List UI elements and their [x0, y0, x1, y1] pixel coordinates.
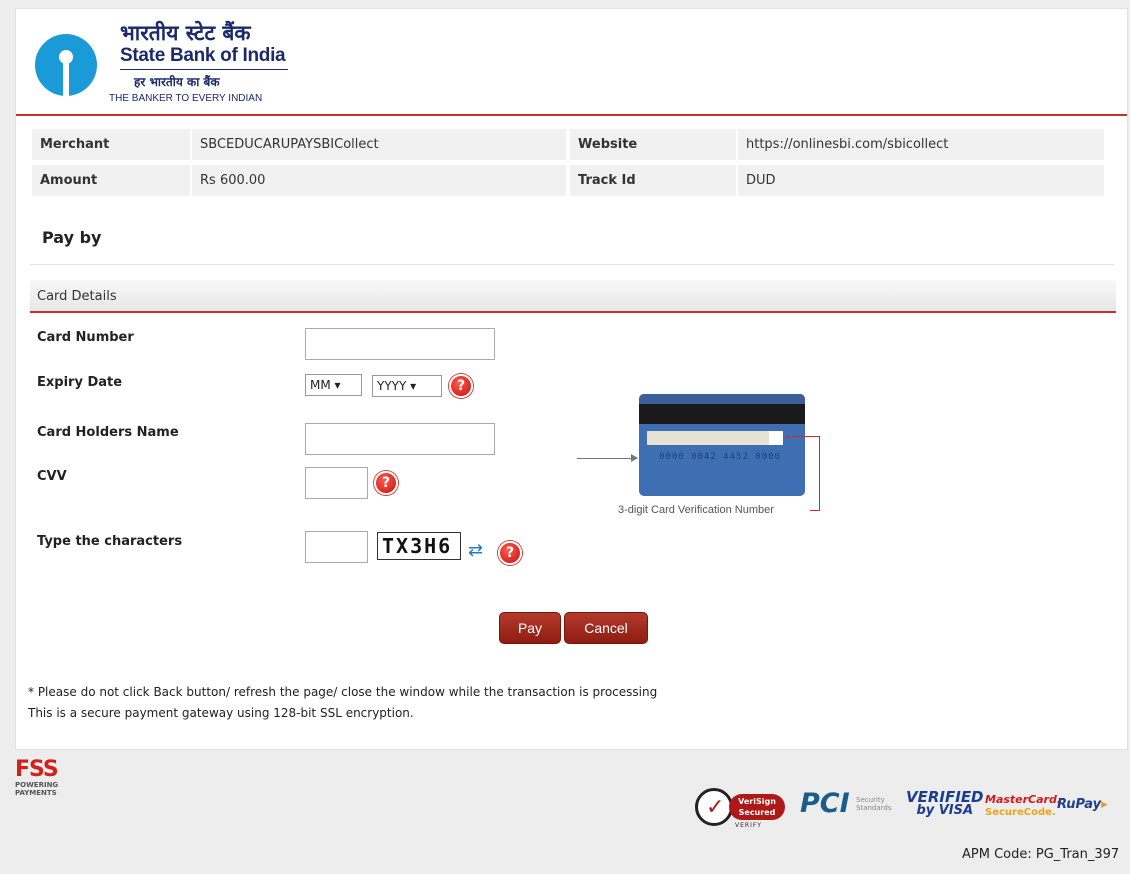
tagline: THE BANKER TO EVERY INDIAN [109, 93, 263, 104]
cvv-pointer [786, 436, 820, 437]
chevron-down-icon: ▾ [330, 378, 341, 392]
rupay-arrow-icon: ▸ [1101, 797, 1108, 812]
merchant-value: SBCEDUCARUPAYSBICollect [192, 129, 566, 160]
divider [30, 264, 1114, 265]
verisign-check-icon: ✓ [695, 788, 733, 826]
card-back-image: 0000 0042 4452 0000 [639, 394, 805, 496]
tagline-hindi: हर भारतीय का बैंक [134, 75, 220, 89]
verisign-badge: ✓ VeriSign Secured VERIFY [695, 782, 787, 830]
amount-label: Amount [32, 165, 190, 196]
card-number-input[interactable] [305, 328, 495, 360]
secure-note: This is a secure payment gateway using 1… [28, 706, 414, 720]
fss-tag-line2: PAYMENTS [15, 789, 57, 797]
card-digits: 0000 0042 4452 0000 [659, 452, 781, 462]
fss-logo-text: FSS [15, 757, 59, 782]
payment-page: भारतीय स्टेट बैंक State Bank of India हर… [15, 8, 1128, 750]
track-id-value: DUD [738, 165, 1104, 196]
verisign-verify: VERIFY [735, 822, 762, 829]
track-id-label: Track Id [570, 165, 736, 196]
vbv-line1: VERIFIED [906, 788, 984, 806]
pay-button[interactable]: Pay [499, 612, 561, 644]
expiry-month-value: MM [310, 378, 331, 392]
pci-logo: PCI [800, 788, 850, 819]
sbi-logo-icon [35, 34, 97, 96]
cvv-input[interactable] [305, 467, 368, 499]
verisign-line2: Secured [738, 808, 776, 817]
merchant-label: Merchant [32, 129, 190, 160]
card-pointer-line [577, 458, 637, 459]
rupay-badge: RuPay▸ [1057, 797, 1108, 812]
verified-by-visa-badge: VERIFIED by VISA [906, 790, 984, 818]
expiry-help-icon[interactable]: ? [449, 374, 473, 398]
expiry-month-select[interactable]: MM ▾ [305, 374, 362, 396]
mastercard-line1: MasterCard. [985, 793, 1062, 806]
cvv-help-icon[interactable]: ? [374, 471, 398, 495]
chevron-down-icon: ▾ [406, 379, 417, 393]
bank-name: State Bank of India [120, 45, 286, 66]
card-holder-name-label: Card Holders Name [37, 425, 179, 440]
verisign-label: VeriSign Secured [729, 794, 785, 820]
rupay-text: RuPay [1057, 797, 1102, 812]
cvv-pointer-end [810, 510, 820, 511]
captcha-help-icon[interactable]: ? [498, 541, 522, 565]
card-details-header: Card Details [30, 280, 1116, 313]
amount-value: Rs 600.00 [192, 165, 566, 196]
mastercard-securecode-badge: MasterCard. SecureCode. [985, 793, 1061, 819]
cvv-pointer-vertical [819, 436, 820, 511]
card-holder-name-input[interactable] [305, 423, 495, 455]
refresh-icon[interactable]: ⇄ [468, 541, 483, 559]
verisign-line1: VeriSign [738, 797, 776, 806]
warning-note: * Please do not click Back button/ refre… [28, 685, 658, 699]
cvv-caption: 3-digit Card Verification Number [618, 504, 774, 516]
pci-badge: PCI Security Standards [800, 788, 892, 819]
captcha-label: Type the characters [37, 534, 183, 549]
fss-tag-line1: POWERING [15, 781, 59, 789]
mastercard-line2: SecureCode. [985, 807, 1056, 818]
expiry-year-value: YYYY [377, 379, 407, 393]
captcha-image: TX3H6 [377, 532, 461, 560]
pci-small: Security Standards [856, 796, 892, 812]
expiry-date-label: Expiry Date [37, 375, 123, 390]
pay-by-heading: Pay by [42, 228, 102, 247]
pci-small-line1: Security [856, 796, 885, 804]
captcha-input[interactable] [305, 531, 368, 563]
cvv-label: CVV [37, 469, 67, 484]
fss-logo: FSS POWERING PAYMENTS [15, 757, 59, 798]
header: भारतीय स्टेट बैंक State Bank of India हर… [16, 9, 1127, 116]
arrow-right-icon [631, 454, 638, 462]
cancel-button[interactable]: Cancel [564, 612, 648, 644]
logo-divider [120, 69, 288, 70]
card-number-label: Card Number [37, 330, 134, 345]
expiry-year-select[interactable]: YYYY ▾ [372, 375, 442, 397]
website-value: https://onlinesbi.com/sbicollect [738, 129, 1104, 160]
vbv-line2: by VISA [916, 803, 974, 818]
website-label: Website [570, 129, 736, 160]
bank-name-hindi: भारतीय स्टेट बैंक [120, 21, 251, 45]
apm-code: APM Code: PG_Tran_397 [962, 847, 1120, 862]
pci-small-line2: Standards [856, 804, 892, 812]
